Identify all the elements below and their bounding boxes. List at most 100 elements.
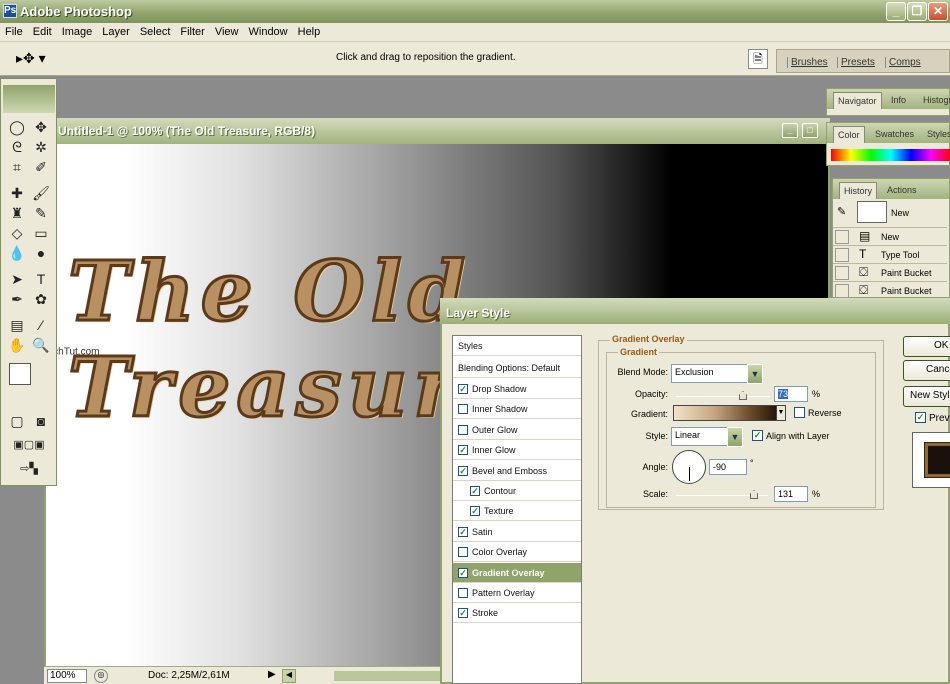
document-minimize-button[interactable]: _ [782,123,798,138]
quick-mask-icon[interactable]: ◙ [31,411,51,431]
menu-edit[interactable]: Edit [28,23,57,38]
checkbox[interactable]: ✓ [458,527,468,537]
menu-filter[interactable]: Filter [175,23,209,38]
screen-mode-icons[interactable]: ▣▢▣ [5,435,53,455]
tab-navigator[interactable]: Navigator [833,92,882,109]
style-select[interactable]: Linear ▼ [671,427,743,446]
menu-help[interactable]: Help [293,23,326,38]
blend-mode-select[interactable]: Exclusion ▼ [671,364,763,383]
tab-history[interactable]: History [839,182,877,199]
history-brush-source-icon[interactable]: ✎ [837,205,846,218]
path-selection-icon[interactable]: ➤ [7,269,27,289]
minimize-button[interactable]: _ [886,2,906,21]
style-texture[interactable]: ✓Texture [453,501,581,521]
styles-header[interactable]: Styles [453,336,581,356]
jump-to-imageready-icon[interactable]: ⇨▚ [5,459,53,479]
scale-slider[interactable] [676,495,768,496]
move-tool-icon[interactable]: ✥ [31,117,51,137]
tab-actions[interactable]: Actions [883,182,921,199]
brush-tool-icon[interactable]: 🖌 [31,183,51,203]
style-inner-glow[interactable]: ✓Inner Glow [453,440,581,460]
menu-view[interactable]: View [210,23,244,38]
scale-input[interactable]: 131 [774,486,808,502]
type-tool-icon[interactable]: T [31,269,51,289]
cancel-button[interactable]: Cancel [903,360,950,381]
history-item[interactable]: ⛋Paint Bucket [833,281,947,299]
style-drop-shadow[interactable]: ✓Drop Shadow [453,379,581,399]
reverse-checkbox[interactable] [794,407,805,418]
palette-well-tab-comps[interactable]: Comps [885,57,921,68]
clone-stamp-icon[interactable]: ♜ [7,203,27,223]
eraser-tool-icon[interactable]: ◇ [7,223,27,243]
status-menu-arrow-icon[interactable]: ▶ [268,669,280,683]
style-contour[interactable]: ✓Contour [453,481,581,501]
style-satin[interactable]: ✓Satin [453,522,581,542]
tab-styles[interactable]: Styles [923,126,950,143]
style-stroke[interactable]: ✓Stroke [453,603,581,623]
opacity-input[interactable]: 73 [774,386,808,402]
angle-input[interactable]: -90 [709,459,747,475]
gradient-tool-icon[interactable]: ▭ [31,223,51,243]
document-maximize-button[interactable]: □ [802,123,818,138]
tab-color[interactable]: Color [833,126,865,143]
notes-tool-icon[interactable]: ▤ [7,315,27,335]
align-with-layer-checkbox[interactable]: ✓ [752,430,763,441]
gradient-dropdown-icon[interactable]: ▼ [776,405,786,421]
gradient-picker[interactable] [673,405,777,421]
menu-image[interactable]: Image [57,23,98,38]
eyedropper-icon[interactable]: ⁄ [31,315,51,335]
document-title-bar[interactable]: Untitled-1 @ 100% (The Old Treasure, RGB… [44,118,830,144]
close-button[interactable]: ✕ [928,2,948,21]
checkbox[interactable]: ✓ [458,384,468,394]
menu-select[interactable]: Select [135,23,176,38]
style-pattern-overlay[interactable]: Pattern Overlay [453,583,581,603]
new-style-button[interactable]: New Style... [903,386,950,407]
history-item[interactable]: ⛋Paint Bucket [833,263,947,281]
checkbox[interactable] [458,425,468,435]
checkbox[interactable] [458,588,468,598]
history-item[interactable]: ▤New [833,227,947,245]
tab-histogram[interactable]: Histogram [919,92,950,109]
menu-layer[interactable]: Layer [97,23,135,38]
snapshot-thumbnail[interactable] [857,201,887,223]
checkbox[interactable]: ✓ [458,466,468,476]
ok-button[interactable]: OK [903,336,950,357]
lasso-tool-icon[interactable]: ᘓ [7,137,27,157]
crop-tool-icon[interactable]: ⌗ [7,157,27,177]
file-browser-icon[interactable]: 🗎 [748,49,768,69]
blur-tool-icon[interactable]: 💧 [7,243,27,263]
style-color-overlay[interactable]: Color Overlay [453,542,581,562]
zoom-icon[interactable]: ◎ [94,669,108,683]
opacity-slider[interactable] [676,396,770,397]
custom-shape-icon[interactable]: ✿ [31,289,51,309]
checkbox[interactable]: ✓ [458,445,468,455]
blending-options[interactable]: Blending Options: Default [453,358,581,378]
layer-style-title-bar[interactable]: Layer Style [440,298,950,324]
menu-file[interactable]: File [0,23,28,38]
color-spectrum[interactable] [831,149,950,161]
menu-window[interactable]: Window [244,23,293,38]
checkbox[interactable]: ✓ [458,608,468,618]
dodge-tool-icon[interactable]: ● [31,243,51,263]
tab-info[interactable]: Info [887,92,910,109]
palette-well-tab-presets[interactable]: Presets [837,57,875,68]
checkbox[interactable] [458,404,468,414]
style-outer-glow[interactable]: Outer Glow [453,420,581,440]
pen-tool-icon[interactable]: ✒ [7,289,27,309]
horizontal-scrollbar[interactable] [334,671,442,681]
checkbox[interactable]: ✓ [470,486,480,496]
style-bevel-emboss[interactable]: ✓Bevel and Emboss [453,461,581,481]
palette-well-tab-brushes[interactable]: Brushes [787,57,828,68]
checkbox[interactable]: ✓ [458,568,468,578]
tab-swatches[interactable]: Swatches [871,126,918,143]
magic-wand-icon[interactable]: ✲ [31,137,51,157]
history-item[interactable]: TType Tool [833,245,947,263]
style-gradient-overlay[interactable]: ✓Gradient Overlay [453,563,581,583]
history-brush-icon[interactable]: ✎ [31,203,51,223]
preview-checkbox[interactable]: ✓ [915,412,926,423]
checkbox[interactable] [458,547,468,557]
slice-tool-icon[interactable]: ✐ [31,157,51,177]
tool-preset-picker[interactable]: ▸✥ ▾ [16,50,46,67]
style-inner-shadow[interactable]: Inner Shadow [453,399,581,419]
zoom-level-field[interactable]: 100% [47,669,87,683]
